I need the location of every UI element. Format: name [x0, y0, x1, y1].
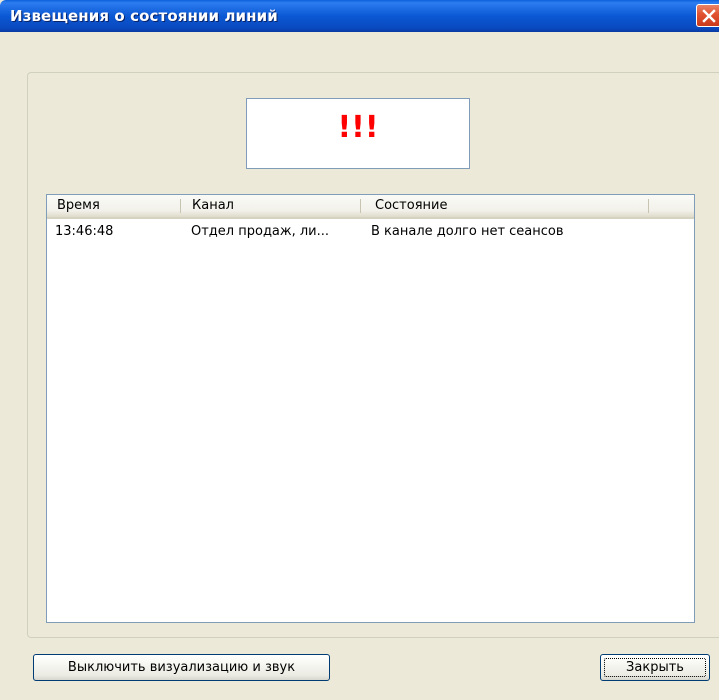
close-button[interactable]: Закрыть — [600, 654, 710, 681]
column-divider[interactable] — [360, 199, 361, 213]
close-button-label: Закрыть — [626, 660, 684, 675]
close-icon — [702, 9, 716, 23]
list-header: Время Канал Состояние — [47, 195, 694, 219]
notification-window: Извещения о состоянии линий !!! Время Ка… — [0, 0, 719, 700]
column-divider[interactable] — [648, 199, 649, 213]
column-header-time[interactable]: Время — [47, 195, 180, 217]
column-header-channel[interactable]: Канал — [182, 195, 360, 217]
column-divider[interactable] — [180, 199, 181, 213]
title-bar[interactable]: Извещения о состоянии линий — [0, 0, 719, 32]
cell-time: 13:46:48 — [55, 224, 114, 239]
window-title: Извещения о состоянии линий — [10, 7, 278, 25]
cell-channel: Отдел продаж, ли... — [191, 224, 330, 239]
cell-state: В канале долго нет сеансов — [371, 224, 564, 239]
alert-indicator: !!! — [246, 98, 470, 169]
events-list[interactable]: Время Канал Состояние 13:46:48 Отдел про… — [46, 194, 695, 623]
table-row[interactable]: 13:46:48 Отдел продаж, ли... В канале до… — [47, 223, 694, 241]
column-header-state[interactable]: Состояние — [365, 195, 647, 217]
window-close-button[interactable] — [696, 4, 719, 27]
mute-visualization-button[interactable]: Выключить визуализацию и звук — [33, 654, 330, 681]
alert-indicator-text: !!! — [337, 110, 379, 145]
